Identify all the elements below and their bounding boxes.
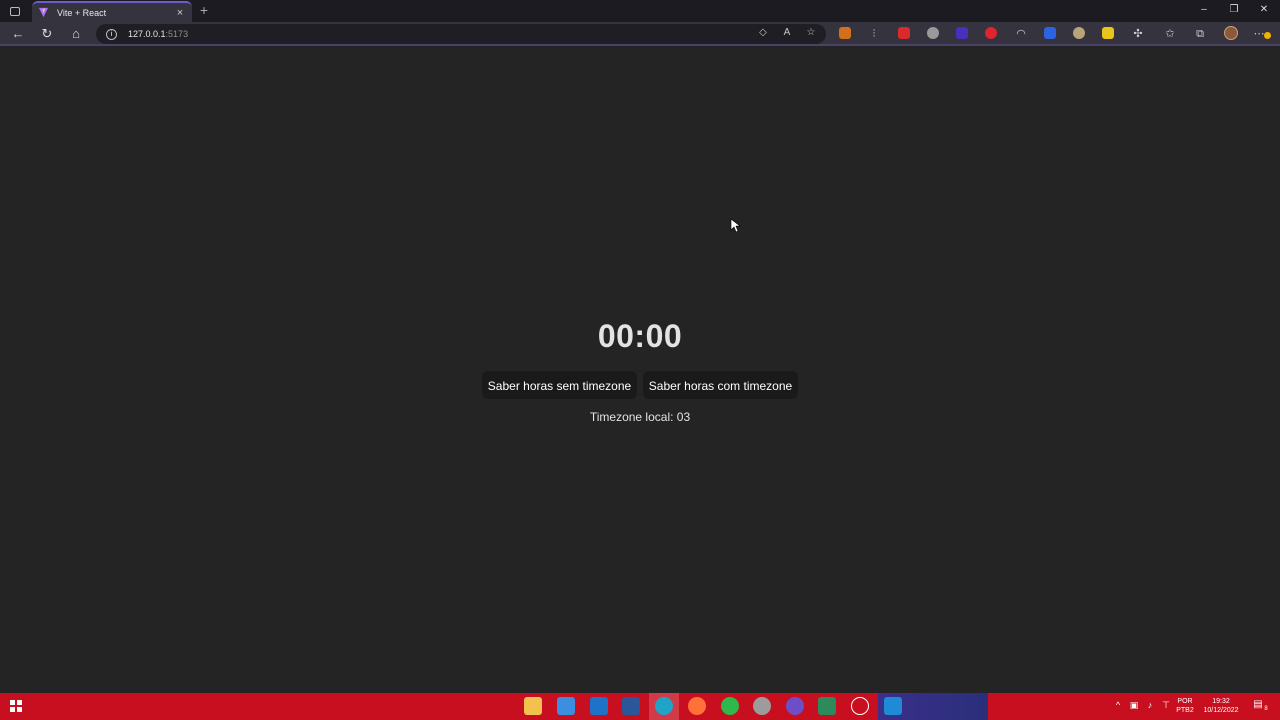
input-language[interactable]: POR PTB2 [1174,697,1196,715]
address-bar[interactable]: i 127.0.0.1:5173 [96,24,826,44]
tab-title: Vite + React [57,7,107,18]
extension-10-icon[interactable] [1102,27,1114,39]
add-favorite-icon[interactable]: ☆ [804,26,818,40]
page-viewport: 00:00 Saber horas sem timezone Saber hor… [0,48,1280,693]
volume-icon[interactable]: ♪ [1144,700,1156,710]
network-icon[interactable]: ⊤ [1160,700,1172,711]
app-10-icon[interactable] [818,697,836,715]
site-info-icon[interactable]: i [106,28,117,40]
extension-5-icon[interactable] [956,27,968,39]
firefox-icon[interactable] [688,697,706,715]
refresh-icon[interactable]: ↻ [37,25,57,43]
file-explorer-icon[interactable] [524,697,542,715]
home-icon[interactable]: ⌂ [66,25,86,43]
time-without-timezone-button[interactable]: Saber horas sem timezone [482,371,637,399]
extension-8-icon[interactable] [1044,27,1056,39]
tab-actions-button[interactable] [6,3,24,19]
keyboard-layout: PTB2 [1176,707,1194,714]
tracking-prevention-icon[interactable]: ◇ [756,26,770,40]
close-window-button[interactable]: ✕ [1248,0,1280,22]
tab-close-icon[interactable]: × [174,7,186,19]
utorrent-icon[interactable] [721,697,739,715]
vite-favicon-icon [38,7,49,18]
collections-icon[interactable]: ⧉ [1192,26,1208,42]
app-9-icon[interactable] [786,697,804,715]
app-11-icon[interactable] [851,697,869,715]
extension-equalizer-icon[interactable]: ⫶ [866,26,882,42]
edge-icon[interactable] [655,697,673,715]
language-code: POR [1177,698,1193,705]
browser-titlebar: Vite + React × + – ❐ ✕ [0,0,1280,22]
tray-overflow-icon[interactable]: ^ [1112,700,1124,710]
update-badge [1264,32,1271,39]
browser-toolbar: ← ↻ ⌂ i 127.0.0.1:5173 ◇ A ☆ ⫶ ◠ ✣ ✩ ⧉ ⋯ [0,22,1280,46]
app-2-icon[interactable] [557,697,575,715]
extension-camera-icon[interactable] [927,27,939,39]
tray-app-icon[interactable]: ▣ [1128,700,1140,711]
mail-icon[interactable] [590,697,608,715]
read-aloud-icon[interactable]: A [780,26,794,40]
vscode-icon[interactable] [884,697,902,715]
clock-display: 00:00 [597,318,683,354]
restore-button[interactable]: ❐ [1218,0,1250,22]
browser-tab-active[interactable]: Vite + React × [32,1,192,22]
time-with-timezone-button[interactable]: Saber horas com timezone [643,371,798,399]
favorites-icon[interactable]: ✩ [1162,26,1178,42]
extension-1-icon[interactable] [839,27,851,39]
mouse-cursor-icon [730,218,741,233]
url-host: 127.0.0.1 [128,29,166,39]
clock-time: 19:32 [1212,698,1230,705]
tab-actions-icon [10,6,20,16]
extension-3-icon[interactable] [898,27,910,39]
extension-6-icon[interactable] [985,27,997,39]
new-tab-button[interactable]: + [196,2,212,18]
windows-start-icon[interactable] [10,700,22,712]
extension-7-icon[interactable]: ◠ [1013,26,1029,42]
extensions-puzzle-icon[interactable]: ✣ [1130,26,1146,42]
system-clock[interactable]: 19:32 10/12/2022 [1198,697,1244,715]
app-8-icon[interactable] [753,697,771,715]
notifications-count: 8 [1264,706,1268,712]
local-timezone-label: Timezone local: 03 [589,410,691,424]
minimize-button[interactable]: – [1188,0,1220,22]
url-port: :5173 [165,29,189,39]
clock-date: 10/12/2022 [1203,707,1239,714]
windows-taskbar: ^ ▣ ♪ ⊤ POR PTB2 19:32 10/12/2022 ▤ 8 [0,693,1280,720]
extension-9-icon[interactable] [1073,27,1085,39]
back-icon[interactable]: ← [8,25,28,43]
word-icon[interactable] [622,697,640,715]
profile-avatar[interactable] [1224,26,1238,40]
